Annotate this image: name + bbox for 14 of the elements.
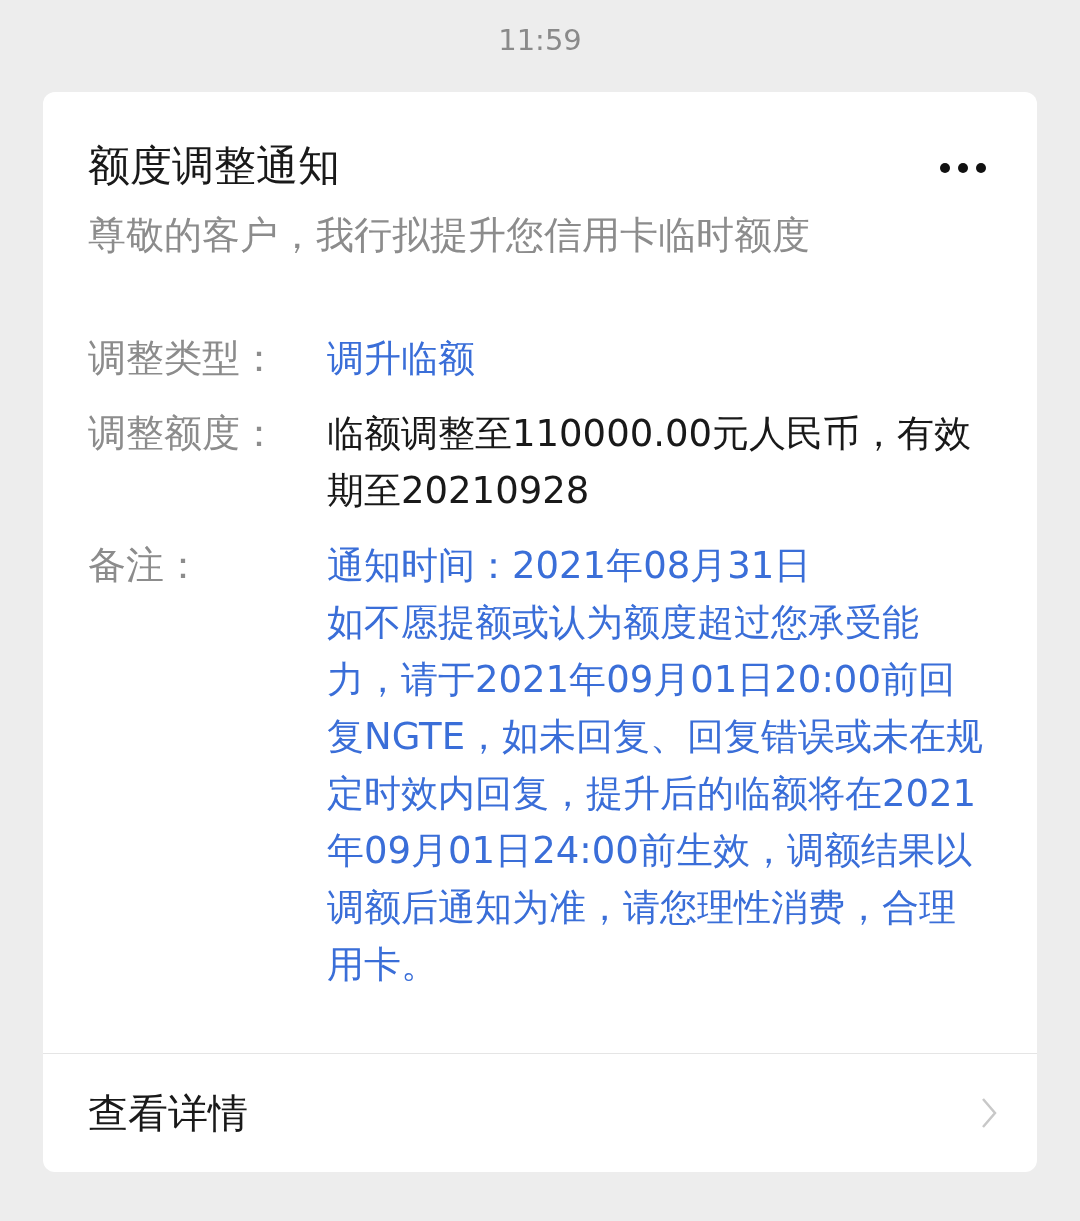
field-value: 如不愿提额或认为额度超过您承受能力，请于2021年09月01日20:00前回复NGTE，如未回复、回复错误或未在规定时效内回复，提升后的临额将在2021年09月01日24:00前生效，调额结果以调额后通知为准，请您理性消费，合理用卡。	[327, 600, 984, 988]
field-value: 临额调整至110000.00元人民币，有效期至20210928	[327, 411, 973, 514]
card-subtitle: 尊敬的客户，我行拟提升您信用卡临时额度	[87, 212, 811, 259]
field-label: 调整类型：	[88, 335, 279, 382]
field-value: 通知时间：2021年08月31日	[327, 543, 813, 589]
field-label: 调整额度：	[88, 410, 279, 457]
field-value: 调升临额	[327, 336, 476, 382]
chevron-right-icon	[981, 1097, 997, 1129]
status-time: 11:59	[498, 22, 582, 59]
view-details-label: 查看详情	[88, 1089, 248, 1138]
field-label: 备注：	[88, 542, 203, 589]
card-title: 额度调整通知	[88, 140, 340, 192]
view-details-row[interactable]: 查看详情	[43, 1054, 1037, 1172]
more-icon[interactable]	[939, 162, 987, 174]
